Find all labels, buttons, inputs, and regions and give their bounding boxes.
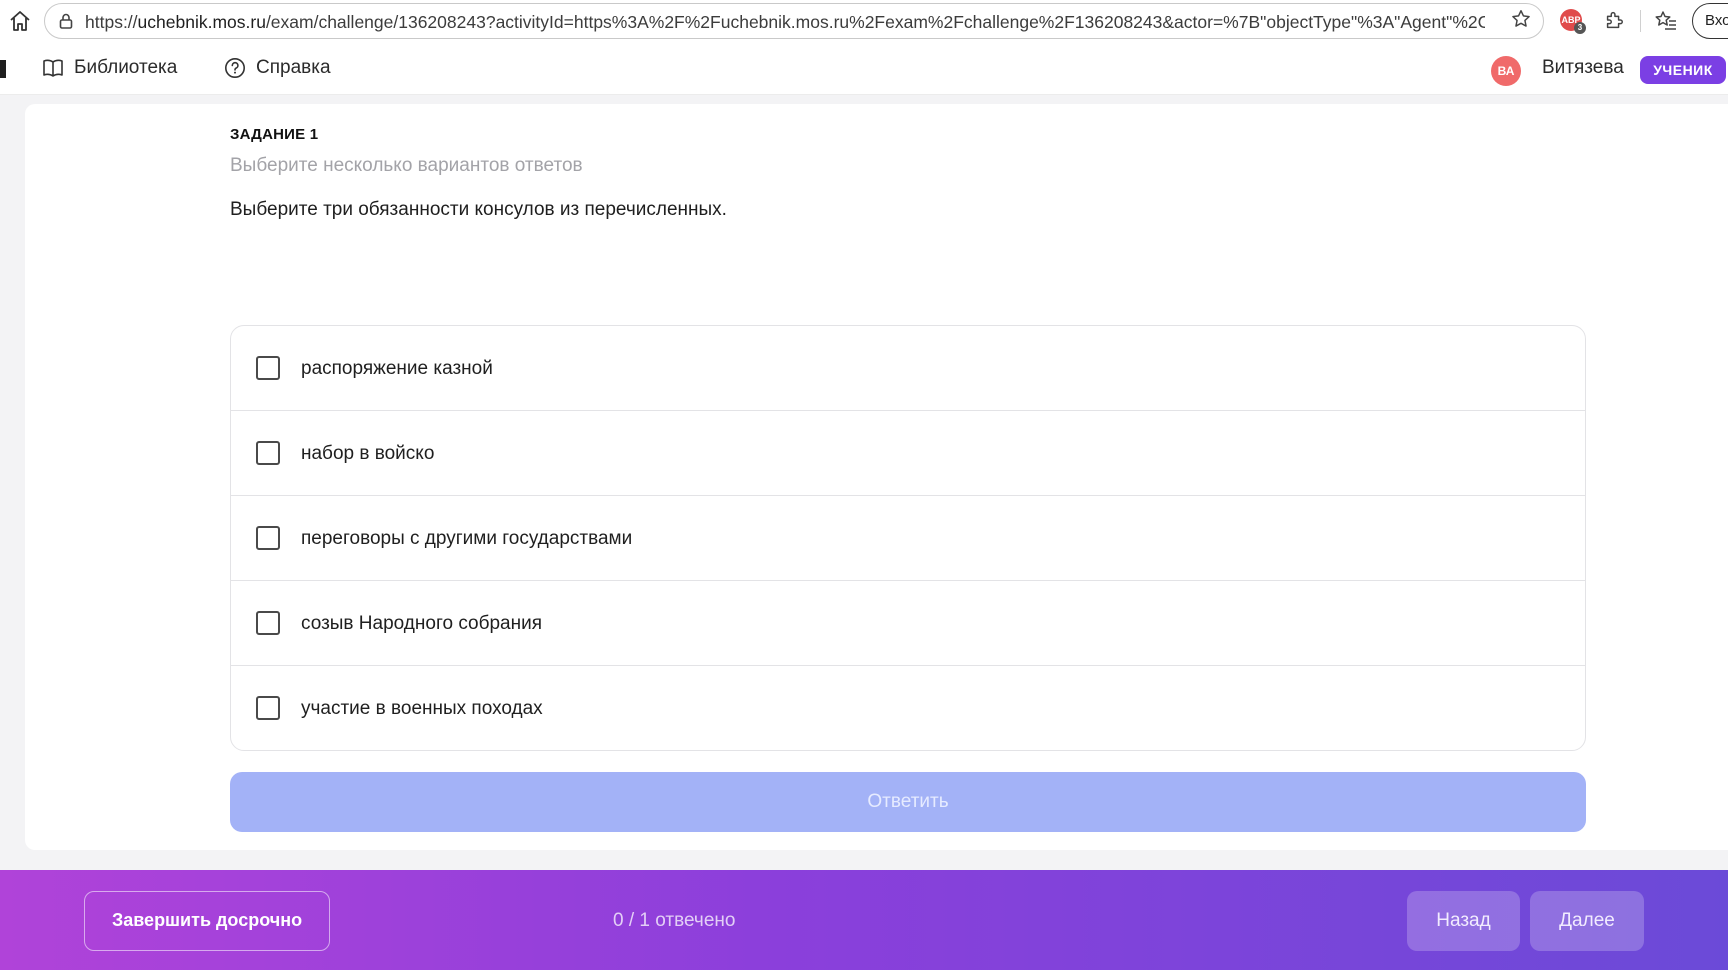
option-checkbox[interactable] [256, 696, 280, 720]
url-text[interactable]: https://uchebnik.mos.ru/exam/challenge/1… [85, 12, 1485, 32]
option-checkbox[interactable] [256, 526, 280, 550]
answer-option[interactable]: переговоры с другими государствами [231, 496, 1585, 581]
sign-in-button[interactable]: Вход [1692, 3, 1728, 39]
back-button[interactable]: Назад [1407, 891, 1520, 951]
option-checkbox[interactable] [256, 356, 280, 380]
toolbar-divider [1640, 10, 1641, 32]
answer-option[interactable]: распоряжение казной [231, 326, 1585, 411]
option-label: участие в военных походах [301, 698, 543, 719]
answer-option[interactable]: участие в военных походах [231, 666, 1585, 750]
url-host: uchebnik.mos.ru [137, 12, 266, 32]
app-header: Библиотека Справка ВА Витязева УЧЕНИК [0, 42, 1728, 95]
answer-option[interactable]: набор в войско [231, 411, 1585, 496]
url-path: /exam/challenge/136208243?activityId=htt… [265, 12, 1485, 32]
nav-help[interactable]: Справка [224, 42, 331, 94]
browser-toolbar: https://uchebnik.mos.ru/exam/challenge/1… [0, 0, 1728, 42]
role-badge: УЧЕНИК [1640, 56, 1726, 84]
url-prefix: https:// [85, 12, 138, 32]
nav-library[interactable]: Библиотека [42, 42, 177, 94]
option-label: набор в войско [301, 443, 435, 464]
address-bar[interactable]: https://uchebnik.mos.ru/exam/challenge/1… [44, 3, 1544, 39]
answer-options: распоряжение казной набор в войско перег… [230, 325, 1586, 751]
task-question: Выберите три обязанности консулов из пер… [230, 199, 727, 220]
logo[interactable] [0, 60, 6, 78]
extensions-puzzle-icon[interactable] [1603, 9, 1625, 31]
answered-progress: 0 / 1 отвечено [613, 910, 736, 931]
answer-option[interactable]: созыв Народного собрания [231, 581, 1585, 666]
book-icon [43, 59, 63, 77]
adblock-extension-icon[interactable]: ABP 3 [1560, 9, 1586, 34]
help-circle-icon [225, 58, 245, 78]
lock-icon[interactable] [57, 12, 75, 30]
bookmark-star-icon[interactable] [1510, 8, 1532, 30]
nav-library-label: Библиотека [74, 57, 178, 78]
option-label: переговоры с другими государствами [301, 528, 633, 549]
task-hint: Выберите несколько вариантов ответов [230, 155, 583, 176]
task-label: ЗАДАНИЕ 1 [230, 126, 319, 143]
submit-answer-button[interactable]: Ответить [230, 772, 1586, 832]
option-label: распоряжение казной [301, 358, 493, 379]
home-icon[interactable] [8, 9, 32, 33]
nav-help-label: Справка [256, 57, 331, 78]
avatar[interactable]: ВА [1491, 56, 1521, 86]
option-checkbox[interactable] [256, 611, 280, 635]
option-label: созыв Народного собрания [301, 613, 543, 634]
finish-early-button[interactable]: Завершить досрочно [84, 891, 330, 951]
favorites-icon[interactable] [1654, 9, 1678, 33]
user-name[interactable]: Витязева [1542, 42, 1624, 94]
test-footer: Завершить досрочно 0 / 1 отвечено Назад … [0, 870, 1728, 972]
option-checkbox[interactable] [256, 441, 280, 465]
extension-count: 3 [1574, 22, 1586, 34]
next-button[interactable]: Далее [1530, 891, 1644, 951]
